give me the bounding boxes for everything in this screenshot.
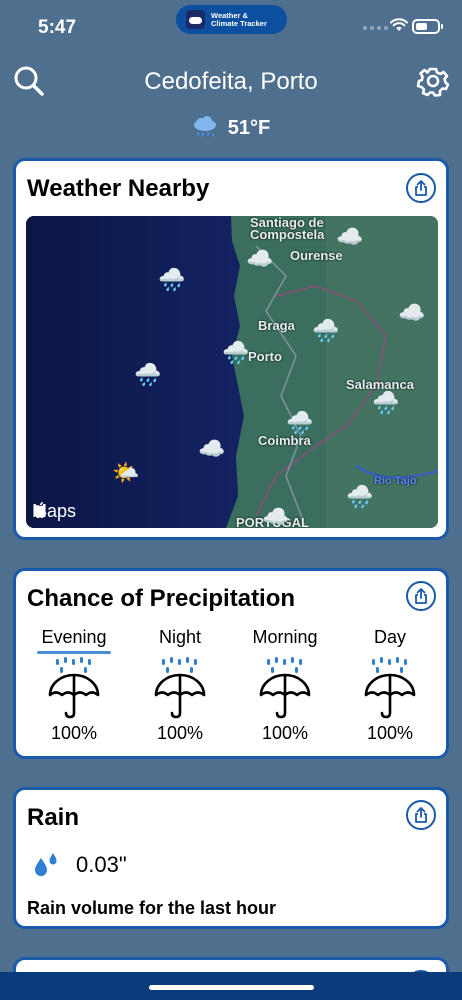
umbrella-rain-icon <box>48 657 100 719</box>
map-label: Rio Tajo <box>374 475 417 487</box>
rain-cloud-icon: 🌧️ <box>286 410 314 435</box>
rain-cloud-icon: 🌧️ <box>346 484 374 509</box>
current-temperature: 51°F <box>227 116 271 139</box>
precip-value: 100% <box>261 723 309 743</box>
raindrops-icon <box>35 853 57 876</box>
battery-icon <box>412 19 443 34</box>
selected-indicator <box>37 651 111 654</box>
share-icon <box>415 180 427 196</box>
header: Cedofeita, Porto 51°F <box>0 56 462 146</box>
share-button[interactable] <box>406 173 436 203</box>
cloud-icon: ☁️ <box>262 504 290 528</box>
share-button[interactable] <box>406 581 436 611</box>
apple-maps-logo: Maps <box>32 501 76 522</box>
precip-value: 100% <box>156 723 204 743</box>
umbrella-rain-icon <box>154 657 206 719</box>
rain-cloud-icon: 🌧️ <box>372 390 400 415</box>
app-icon <box>186 10 205 29</box>
map-label: Braga <box>258 318 295 333</box>
rain-cloud-icon: 🌧️ <box>134 362 162 387</box>
precip-period-label: Morning <box>252 627 318 647</box>
app-pill[interactable]: Weather & Climate Tracker <box>176 5 287 34</box>
weather-map[interactable]: Santiago de Compostela Ourense Braga Por… <box>26 216 438 528</box>
precip-period-label: Evening <box>41 627 107 647</box>
app-pill-name-line2: Climate Tracker <box>211 18 267 28</box>
sun-cloud-icon: 🌤️ <box>112 460 140 485</box>
precip-value: 100% <box>50 723 98 743</box>
precip-period-night[interactable]: Night 100% <box>135 627 225 744</box>
wifi-icon <box>390 18 408 31</box>
rain-volume-description: Rain volume for the last hour <box>27 898 277 918</box>
share-icon <box>415 588 427 604</box>
status-time: 5:47 <box>38 17 77 38</box>
app-pill-name: Weather & Climate Tracker <box>211 11 267 28</box>
precipitation-card: Chance of Precipitation Evening 100% Nig… <box>13 568 449 759</box>
map-label: Ourense <box>290 248 343 263</box>
status-bar: 5:47 Weather & Climate Tracker <box>0 0 462 56</box>
gear-icon[interactable] <box>416 64 450 98</box>
precip-period-day[interactable]: Day 100% <box>345 627 435 744</box>
cloud-icon: ☁️ <box>198 436 226 461</box>
precip-period-label: Night <box>158 627 202 647</box>
cloud-icon: ☁️ <box>336 224 364 249</box>
umbrella-rain-icon <box>364 657 416 719</box>
rain-volume-value: 0.03" <box>76 852 127 877</box>
rain-cloud-icon: 🌧️ <box>222 340 250 365</box>
umbrella-rain-icon <box>259 657 311 719</box>
map-label: Porto <box>248 349 282 364</box>
share-icon <box>415 807 427 823</box>
map-label: Compostela <box>250 227 325 242</box>
cloud-icon: ☁️ <box>246 246 274 271</box>
precip-value: 100% <box>366 723 414 743</box>
share-button[interactable] <box>406 800 436 830</box>
precip-period-label: Day <box>373 627 406 647</box>
rain-cloud-icon: 🌧️ <box>158 267 186 292</box>
location-title: Cedofeita, Porto <box>144 68 318 95</box>
rain-title: Rain <box>27 804 80 831</box>
home-bar-area <box>0 972 462 1000</box>
rain-cloud-icon: 🌧️ <box>312 318 340 343</box>
home-indicator[interactable] <box>149 985 314 990</box>
precipitation-title: Chance of Precipitation <box>27 585 296 612</box>
apple-logo-icon <box>33 502 47 518</box>
cloud-icon: ☁️ <box>398 300 426 325</box>
precip-period-morning[interactable]: Morning 100% <box>240 627 330 744</box>
weather-nearby-title: Weather Nearby <box>27 175 210 202</box>
weather-nearby-card: Weather Nearby Santiago de Compostela Ou… <box>13 158 449 540</box>
signal-icon <box>363 26 388 30</box>
precip-period-evening[interactable]: Evening 100% <box>29 627 119 744</box>
map-label: Coimbra <box>258 433 311 448</box>
rain-cloud-icon <box>193 116 216 137</box>
current-conditions: 51°F <box>0 116 462 140</box>
rain-card: Rain 0.03" Rain volume for the last hour <box>13 787 449 929</box>
